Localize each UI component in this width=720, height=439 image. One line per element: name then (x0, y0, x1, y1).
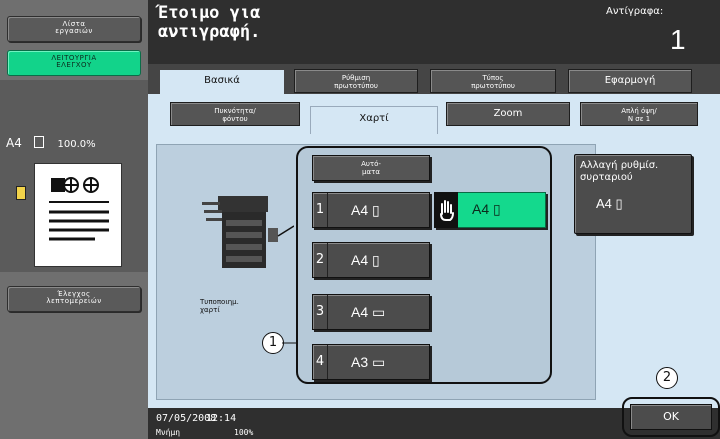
tray-3-button[interactable]: 3 A4 ▭ (312, 294, 430, 330)
tray-number: 4 (313, 345, 328, 379)
sidebar-spacer (0, 80, 148, 132)
tray-4-button[interactable]: 4 A3 ▭ (312, 344, 430, 380)
auto-paper-button[interactable]: Αυτό- ματα (312, 155, 430, 181)
preview-label: A4 100.0% (6, 136, 96, 150)
callout-2: 2 (656, 367, 678, 389)
memory-value: 100% (234, 428, 254, 437)
bypass-size: A4 ▯ (472, 201, 501, 217)
portrait-icon (33, 136, 44, 148)
subtab-paper[interactable]: Χαρτί (310, 106, 438, 134)
tray-size: A4 ▯ (351, 252, 380, 268)
subtab-duplex[interactable]: Απλή όψη/ Ν σε 1 (580, 102, 698, 126)
tray-2-button[interactable]: 2 A4 ▯ (312, 242, 430, 278)
preview-paper: A4 (6, 136, 22, 150)
preview-page (34, 163, 122, 267)
tab-original-setting[interactable]: Ρύθμιση πρωτοτύπου (294, 69, 418, 93)
job-list-button[interactable]: Λίστα εργασιών (7, 16, 141, 42)
preview-document-icon (49, 177, 109, 241)
subtab-density[interactable]: Πυκνότητα/ φόντου (170, 102, 300, 126)
callout-1: 1 (262, 332, 284, 354)
change-tray-label: Αλλαγή ρυθμίσ. συρταριού (580, 160, 659, 183)
printer-icon (202, 196, 294, 268)
tray-1-button[interactable]: 1 A4 ▯ (312, 192, 430, 228)
detail-check-button[interactable]: Έλεγχος λεπτομερειών (7, 286, 141, 312)
callout-1-leader (282, 342, 298, 344)
tab-application[interactable]: Εφαρμογή (568, 69, 692, 93)
tab-original-type[interactable]: Τύπος πρωτοτύπου (430, 69, 556, 93)
time-display: 12:14 (206, 413, 237, 424)
hand-icon (440, 200, 454, 221)
tray-indicator-icon (16, 186, 26, 200)
tray-size: A4 ▯ (351, 202, 380, 218)
tray-number: 1 (313, 193, 328, 227)
tray-size: A4 ▭ (351, 304, 386, 320)
tray-size: A3 ▭ (351, 354, 386, 370)
copies-label: Αντίγραφα: (606, 6, 664, 17)
printer-label: Τυποποιημ. χαρτί (200, 298, 239, 314)
status-message: Έτοιμο για αντιγραφή. (158, 3, 261, 42)
tray-number: 3 (313, 295, 328, 329)
bypass-icon-box (434, 192, 458, 228)
change-tray-value: A4 ▯ (596, 196, 623, 211)
memory-label: Μνήμη (156, 428, 181, 437)
subtab-zoom[interactable]: Zoom (446, 102, 570, 126)
utility-button[interactable]: ΛΕΙΤΟΥΡΓΙΑ ΕΛΕΓΧΟΥ (7, 50, 141, 76)
tray-number: 2 (313, 243, 328, 277)
copies-count: 1 (670, 24, 686, 55)
ok-button[interactable]: OK (630, 404, 712, 430)
tab-basic[interactable]: Βασικά (160, 70, 284, 96)
preview-zoom: 100.0% (57, 139, 96, 150)
